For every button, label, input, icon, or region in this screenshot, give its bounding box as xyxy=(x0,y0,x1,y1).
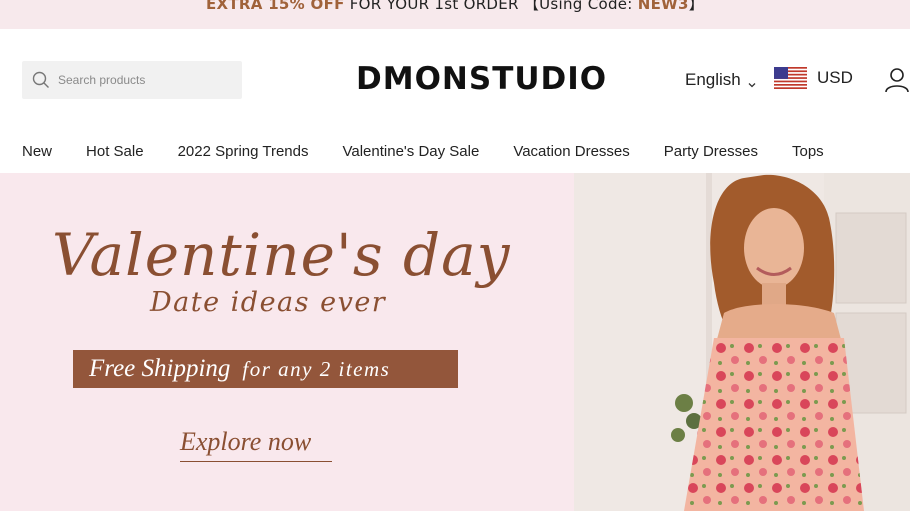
announcement-bar: EXTRA 15% OFF FOR YOUR 1st ORDER 【Using … xyxy=(0,0,910,29)
announcement-end: 】 xyxy=(688,0,705,13)
site-logo[interactable]: DMONSTUDIO xyxy=(356,61,607,97)
search-bar[interactable] xyxy=(22,61,242,99)
main-nav: New Hot Sale 2022 Spring Trends Valentin… xyxy=(0,129,910,173)
site-header: DMONSTUDIO English USD xyxy=(0,29,910,129)
explore-now-link[interactable]: Explore now xyxy=(180,427,332,462)
search-input[interactable] xyxy=(58,73,228,87)
us-flag-icon xyxy=(774,67,807,89)
announcement-text: EXTRA 15% OFF FOR YOUR 1st ORDER 【Using … xyxy=(0,0,910,14)
promo-code: NEW3 xyxy=(637,0,689,13)
shipping-strong: Free Shipping xyxy=(89,355,231,382)
nav-item-vacation-dresses[interactable]: Vacation Dresses xyxy=(513,143,629,160)
announcement-highlight: EXTRA 15% OFF xyxy=(205,0,345,13)
hero-model-photo xyxy=(574,173,910,511)
shipping-rest: for any 2 items xyxy=(242,356,391,381)
nav-item-valentines-sale[interactable]: Valentine's Day Sale xyxy=(342,143,479,160)
user-icon[interactable] xyxy=(884,67,910,93)
nav-item-party-dresses[interactable]: Party Dresses xyxy=(664,143,758,160)
search-icon[interactable] xyxy=(32,71,50,89)
hero-title: Valentine's day xyxy=(52,221,511,289)
nav-item-tops[interactable]: Tops xyxy=(792,143,824,160)
nav-item-hot-sale[interactable]: Hot Sale xyxy=(86,143,144,160)
free-shipping-banner: Free Shipping for any 2 items xyxy=(73,350,458,388)
announcement-body: FOR YOUR 1st ORDER 【Using Code: xyxy=(344,0,638,13)
nav-item-spring-trends[interactable]: 2022 Spring Trends xyxy=(178,143,309,160)
language-selector[interactable]: English xyxy=(685,70,757,90)
hero-banner[interactable]: Valentine's day Date ideas ever Free Shi… xyxy=(0,173,910,511)
language-label: English xyxy=(685,70,741,89)
currency-selector[interactable]: USD xyxy=(774,67,853,89)
hero-subtitle: Date ideas ever xyxy=(150,287,387,318)
nav-item-new[interactable]: New xyxy=(22,143,52,160)
chevron-down-icon xyxy=(747,75,757,88)
currency-label: USD xyxy=(817,68,853,87)
